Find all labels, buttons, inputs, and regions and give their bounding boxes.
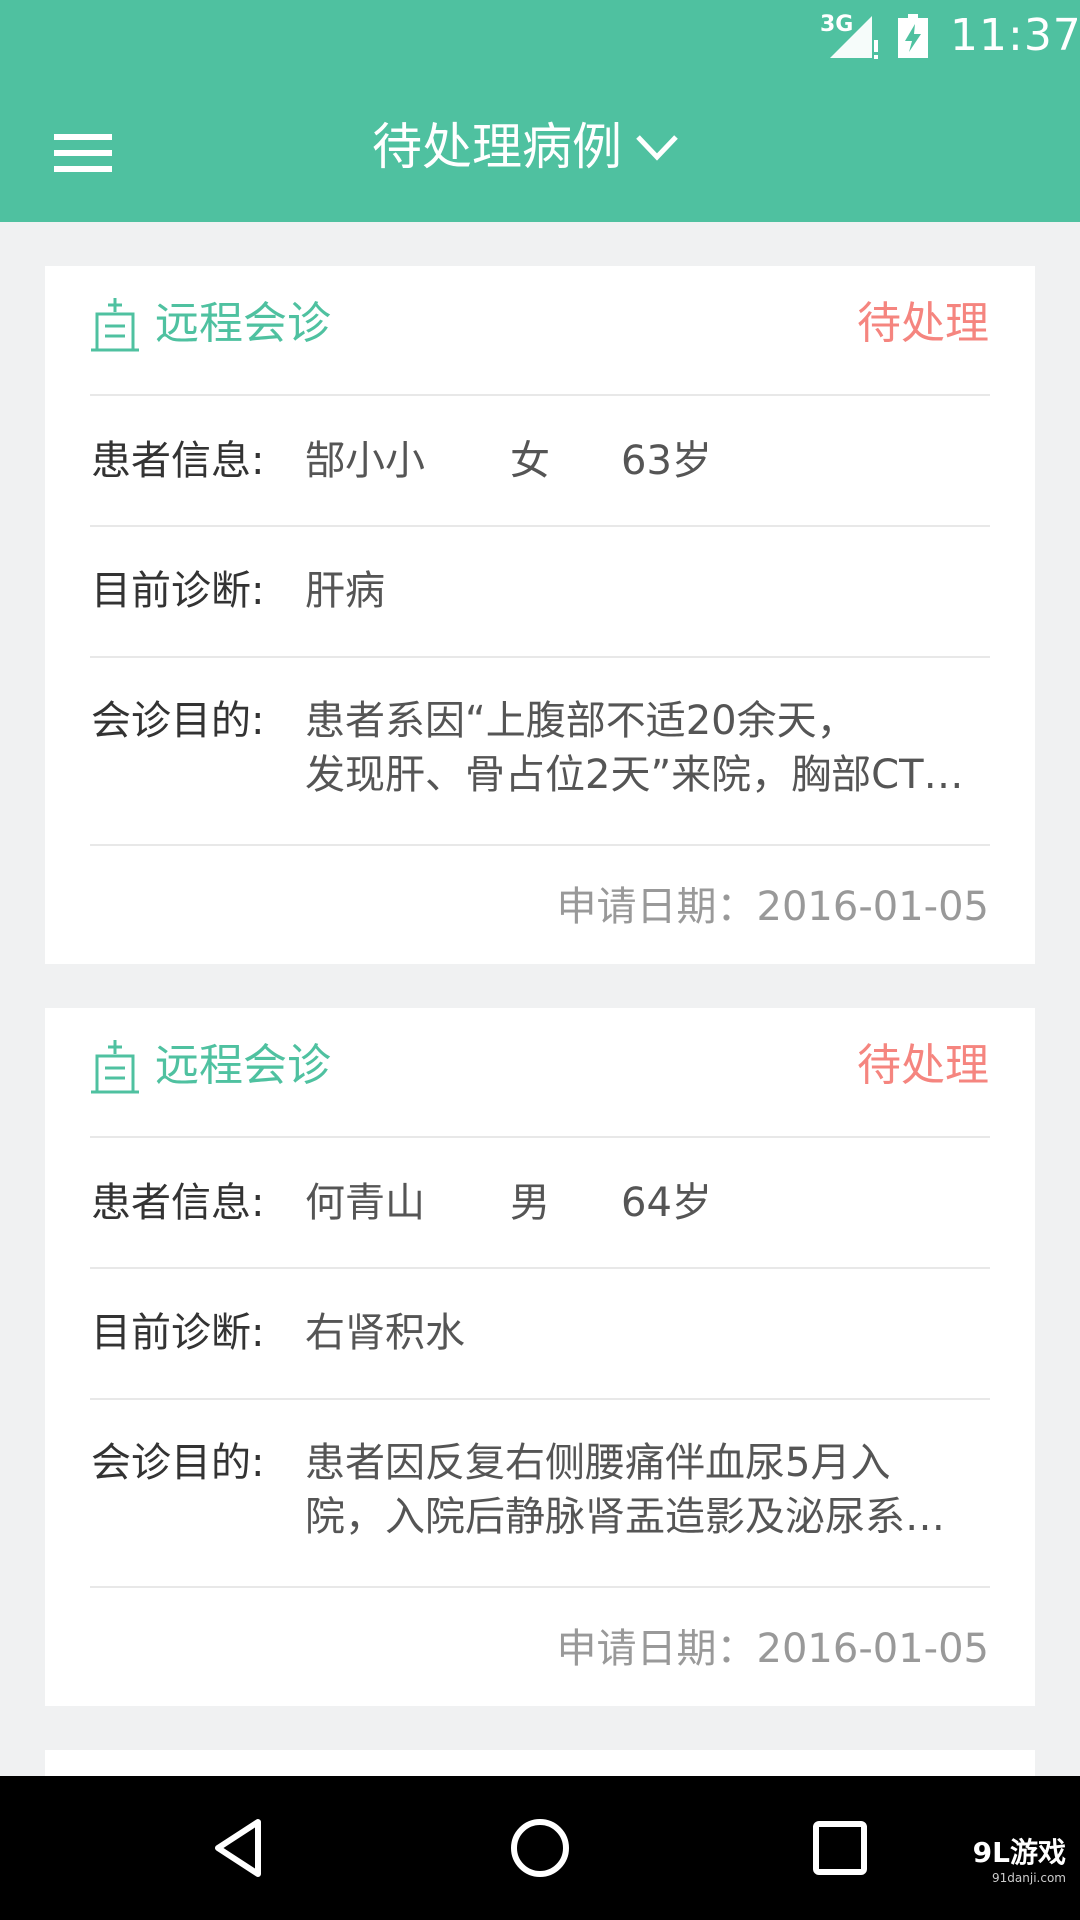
status-bar: 3G 11:37 [0,0,1080,72]
system-nav-bar [0,1776,1080,1920]
divider [90,1586,990,1588]
status-time: 11:37 [950,10,1080,61]
menu-button[interactable] [54,132,112,176]
case-card[interactable]: 远程会诊 待处理 患者信息: 何青山 男 64岁 目前诊断: 右肾积水 会诊目的… [45,1008,1035,1706]
patient-gender: 男 [510,1180,550,1226]
apply-date: 申请日期：2016-01-05 [556,884,989,930]
case-filter-dropdown[interactable]: 待处理病例 [372,112,680,182]
divider [90,394,990,396]
status-badge: 待处理 [857,298,989,349]
purpose-text: 患者系因“上腹部不适20余天， 发现肝、骨占位2天”来院，胸部CT… [305,694,1005,802]
app-bar: 3G 11:37 待处理病例 [0,0,1080,222]
case-card-header: 远程会诊 待处理 [45,1008,1035,1136]
watermark-url: 91danji.com [992,1871,1066,1885]
patient-gender: 女 [510,438,550,484]
diagnosis-value: 肝病 [305,568,385,614]
divider [90,656,990,658]
battery-charging-icon [898,14,928,58]
purpose-line: 患者系因“上腹部不适20余天， [305,698,857,744]
patient-age: 63岁 [621,438,712,484]
purpose-line: 院，入院后静脉肾盂造影及泌尿系… [305,1494,945,1540]
diagnosis-label: 目前诊断: [91,1310,265,1356]
purpose-line: 发现肝、骨占位2天”来院，胸部CT… [305,752,964,798]
divider [90,1267,990,1269]
case-card[interactable]: 远程会诊 待处理 患者信息: 郜小小 女 63岁 目前诊断: 肝病 会诊目的: … [45,266,1035,964]
home-circle-icon [511,1819,569,1877]
network-type-label: 3G [820,12,854,37]
page-title: 待处理病例 [372,118,622,176]
divider [90,844,990,846]
case-card-header: 远程会诊 待处理 [45,266,1035,394]
recents-square-icon [813,1821,867,1875]
patient-info-label: 患者信息: [91,438,265,484]
recents-button[interactable] [804,1812,876,1884]
patient-info-label: 患者信息: [91,1180,265,1226]
patient-name: 郜小小 [305,438,425,484]
diagnosis-value: 右肾积水 [305,1310,465,1356]
consult-type: 远程会诊 [155,1040,331,1091]
apply-date: 申请日期：2016-01-05 [556,1626,989,1672]
purpose-line: 患者因反复右侧腰痛伴血尿5月入 [305,1440,891,1486]
consult-type: 远程会诊 [155,298,331,349]
patient-name: 何青山 [305,1180,425,1226]
hospital-icon [91,298,139,352]
diagnosis-label: 目前诊断: [91,568,265,614]
home-button[interactable] [504,1812,576,1884]
divider [90,1136,990,1138]
menu-icon [54,134,112,140]
purpose-label: 会诊目的: [91,698,265,744]
purpose-text: 患者因反复右侧腰痛伴血尿5月入 院，入院后静脉肾盂造影及泌尿系… [305,1436,1005,1544]
divider [90,525,990,527]
chevron-down-icon [636,135,678,161]
watermark: 9L游戏 91danji.com [973,1836,1066,1886]
status-badge: 待处理 [857,1040,989,1091]
watermark-logo-text: 9L游戏 [972,1836,1066,1869]
back-button[interactable] [204,1812,276,1884]
back-triangle-icon [215,1819,261,1877]
purpose-label: 会诊目的: [91,1440,265,1486]
patient-age: 64岁 [621,1180,712,1226]
hospital-icon [91,1040,139,1094]
divider [90,1398,990,1400]
